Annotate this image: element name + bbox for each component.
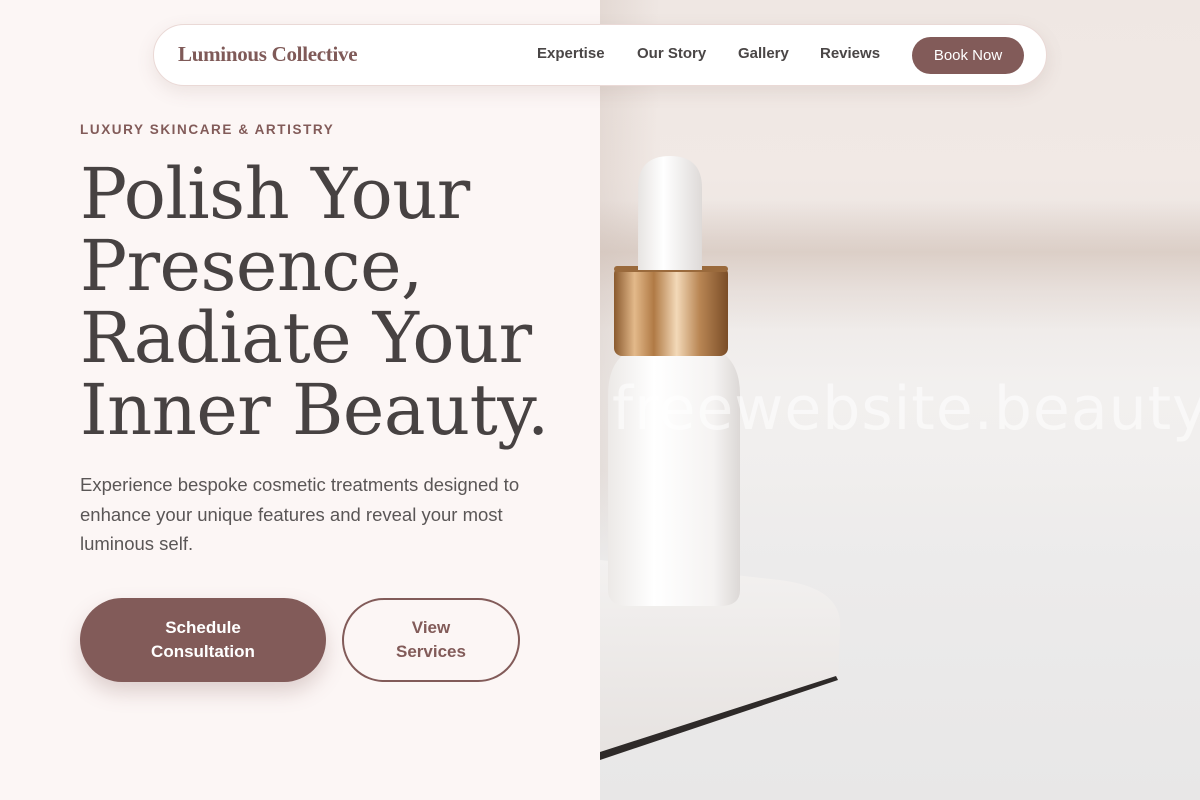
watermark-text: freewebsite.beauty xyxy=(612,374,1200,444)
brand-logo[interactable]: Luminous Collective xyxy=(178,42,358,67)
headline-line-3: Radiate Your xyxy=(80,297,532,379)
headline-line-2: Presence, xyxy=(80,225,423,307)
nav-link-our-story[interactable]: Our Story xyxy=(637,45,706,62)
top-navbar: Luminous Collective Expertise Our Story … xyxy=(153,24,1047,86)
nav-link-reviews[interactable]: Reviews xyxy=(820,45,880,62)
nav-link-gallery[interactable]: Gallery xyxy=(738,45,789,62)
schedule-consultation-button[interactable]: Schedule Consultation xyxy=(80,598,326,682)
hero-intro-text: Experience bespoke cosmetic treatments d… xyxy=(80,474,520,554)
headline-line-1: Polish Your xyxy=(80,153,470,235)
nav-link-expertise[interactable]: Expertise xyxy=(537,45,605,62)
headline-line-4: Inner Beauty. xyxy=(80,369,549,451)
hero-headline: Polish Your Presence, Radiate Your Inner… xyxy=(80,158,600,446)
book-now-button[interactable]: Book Now xyxy=(912,37,1024,74)
view-services-button[interactable]: View Services xyxy=(342,598,520,682)
hero-eyebrow: LUXURY SKINCARE & ARTISTRY xyxy=(80,122,335,137)
